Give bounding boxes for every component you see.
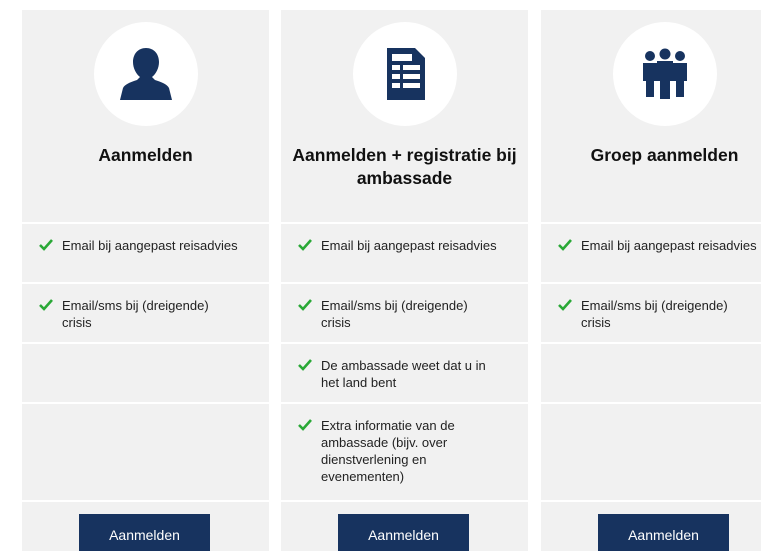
feature-text: Email/sms bij (dreigende) crisis [62,298,209,330]
document-icon [387,48,425,100]
feature-row-empty [22,342,269,402]
feature-row: Email/sms bij (dreigende) crisis [281,282,528,342]
button-row: Aanmelden [281,500,528,551]
feature-text: Email/sms bij (dreigende) crisis [581,298,728,330]
feature-row: Email bij aangepast reisadvies [22,222,269,282]
feature-text: Email/sms bij (dreigende) crisis [321,298,468,330]
card-header: Aanmelden [22,10,269,222]
check-icon [298,239,312,251]
card-header: Aanmelden + registratie bij ambassade [281,10,528,222]
feature-row: Email bij aangepast reisadvies [281,222,528,282]
feature-text: Email bij aangepast reisadvies [62,238,238,253]
aanmelden-button[interactable]: Aanmelden [79,514,210,551]
feature-row-empty [541,342,761,402]
group-icon [643,48,687,99]
check-icon [298,419,312,431]
button-row: Aanmelden [541,500,761,551]
plan-card-aanmelden-registratie: Aanmelden + registratie bij ambassade Em… [281,10,528,551]
feature-row: Email/sms bij (dreigende) crisis [541,282,761,342]
check-icon [39,299,53,311]
plan-card-groep-aanmelden: Groep aanmelden Email bij aangepast reis… [541,10,761,551]
feature-row: Email bij aangepast reisadvies [541,222,761,282]
card-title: Aanmelden [98,145,193,165]
feature-text: Email bij aangepast reisadvies [321,238,497,253]
check-icon [298,359,312,371]
feature-text: De ambassade weet dat u in het land bent [321,358,486,390]
person-icon [120,48,172,100]
check-icon [39,239,53,251]
feature-row-empty [541,402,761,500]
feature-row: Email/sms bij (dreigende) crisis [22,282,269,342]
feature-row-empty [22,402,269,500]
feature-text: Extra informatie van de ambassade (bijv.… [321,418,455,484]
card-header: Groep aanmelden [541,10,761,222]
feature-text: Email bij aangepast reisadvies [581,238,757,253]
feature-row: Extra informatie van de ambassade (bijv.… [281,402,528,500]
icon-circle [613,22,717,126]
feature-row: De ambassade weet dat u in het land bent [281,342,528,402]
check-icon [558,239,572,251]
button-row: Aanmelden [22,500,269,551]
card-title: Aanmelden + registratie bij ambassade [292,145,517,188]
aanmelden-registratie-button[interactable]: Aanmelden [338,514,469,551]
icon-circle [353,22,457,126]
check-icon [298,299,312,311]
icon-circle [94,22,198,126]
card-title: Groep aanmelden [590,145,739,165]
check-icon [558,299,572,311]
plan-card-aanmelden: Aanmelden Email bij aangepast reisadvies… [22,10,269,551]
groep-aanmelden-button[interactable]: Aanmelden [598,514,729,551]
